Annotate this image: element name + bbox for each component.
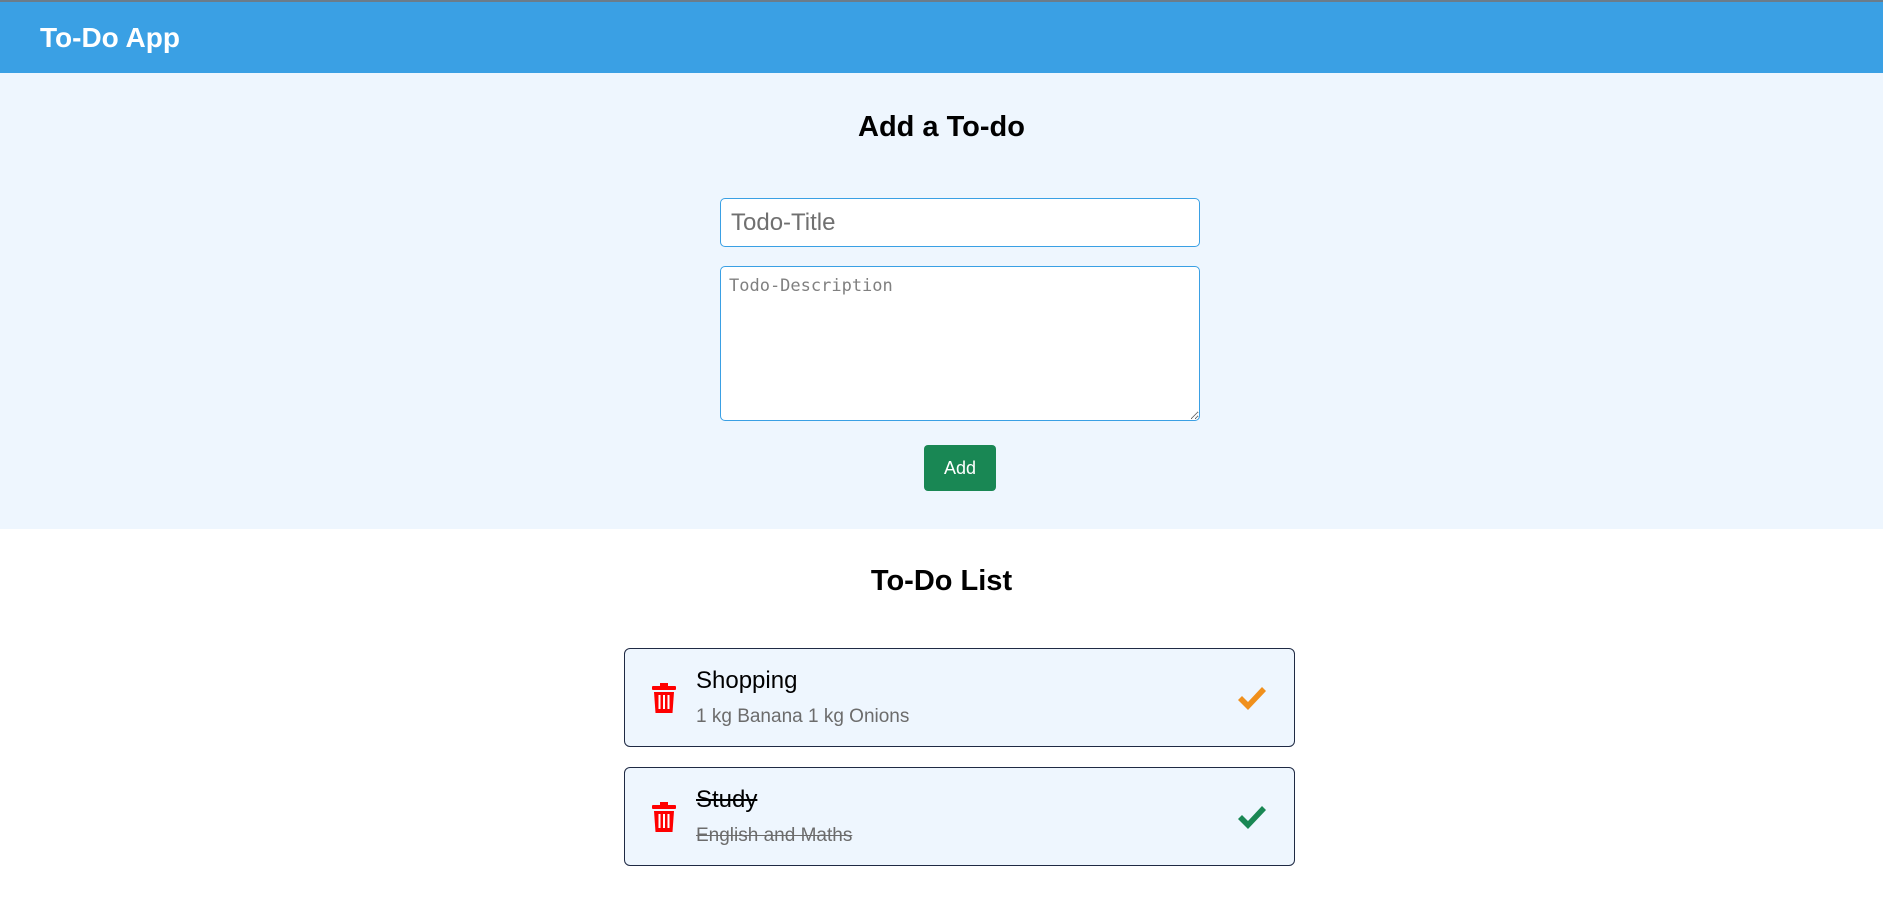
trash-icon[interactable] <box>652 683 676 713</box>
add-todo-heading: Add a To-do <box>858 111 1025 143</box>
add-button[interactable]: Add <box>924 445 996 491</box>
check-icon[interactable] <box>1236 804 1268 832</box>
todo-title: Study <box>696 786 758 813</box>
trash-icon[interactable] <box>652 802 676 832</box>
todo-title-input[interactable] <box>720 198 1200 247</box>
todo-title: Shopping <box>696 667 798 694</box>
app-title: To-Do App <box>40 22 180 53</box>
todo-description: 1 kg Banana 1 kg Onions <box>696 706 910 727</box>
todo-description: English and Maths <box>696 825 853 846</box>
app-header: To-Do App <box>0 0 1883 73</box>
check-icon[interactable] <box>1236 685 1268 713</box>
todo-item: Shopping 1 kg Banana 1 kg Onions <box>624 648 1295 747</box>
todo-description-input[interactable] <box>720 266 1200 421</box>
add-todo-section: Add a To-do Add <box>0 73 1883 529</box>
todo-item: Study English and Maths <box>624 767 1295 866</box>
todo-list-heading: To-Do List <box>870 565 1013 597</box>
